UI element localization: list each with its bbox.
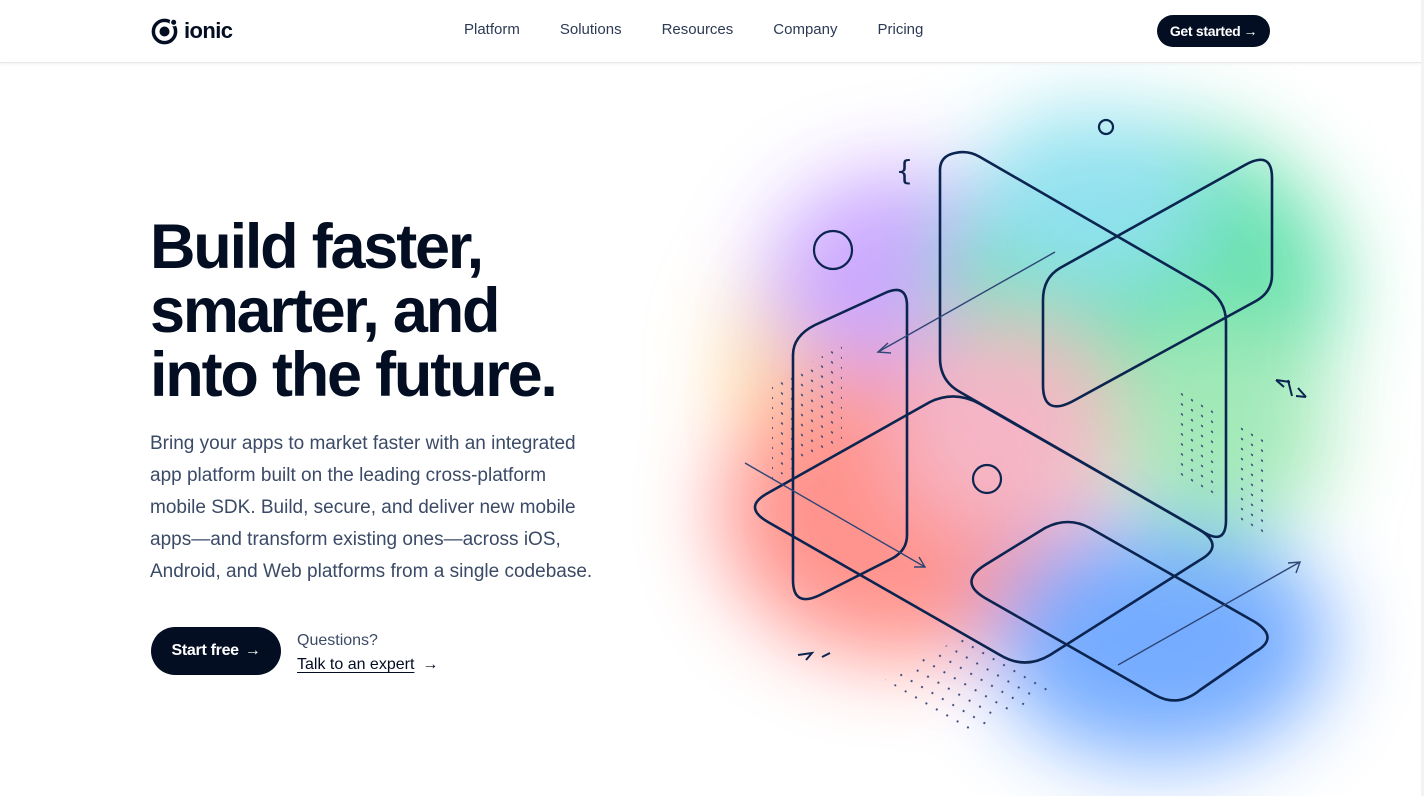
arrow-right-icon: → xyxy=(1243,23,1258,39)
arrow-right-icon: → xyxy=(244,642,261,659)
nav-link-company[interactable]: Company xyxy=(773,21,837,38)
talk-to-expert-label: Talk to an expert xyxy=(297,656,415,673)
arrow-right-icon: → xyxy=(422,656,439,673)
get-started-button[interactable]: Get started → xyxy=(1157,15,1270,47)
nav-link-pricing[interactable]: Pricing xyxy=(877,21,923,38)
questions-text: Questions? xyxy=(297,632,378,649)
hero-subtitle-line: app platform built on the leading cross-… xyxy=(150,465,547,486)
top-navigation: ionic Platform Solutions Resources Compa… xyxy=(0,0,1424,63)
nav-link-resources[interactable]: Resources xyxy=(662,21,734,38)
curly-brace-glyph: { xyxy=(896,154,913,187)
nav-link-platform[interactable]: Platform xyxy=(464,21,520,38)
hero-subtitle-line: mobile SDK. Build, secure, and deliver n… xyxy=(150,497,576,518)
hero-subtitle: Bring your apps to market faster with an… xyxy=(150,428,640,588)
hero-title-line: Build faster, xyxy=(150,212,484,282)
ionic-logo-icon xyxy=(151,17,178,44)
hero-subtitle-line: apps—and transform existing ones—across … xyxy=(150,529,561,550)
hero-subtitle-line: Android, and Web platforms from a single… xyxy=(150,561,593,582)
get-started-label: Get started xyxy=(1169,23,1241,39)
hero-title-line: smarter, and xyxy=(150,276,500,346)
hero-title: Build faster, smarter, and into the futu… xyxy=(150,215,670,407)
hero-title-line: into the future. xyxy=(150,340,558,410)
isometric-shapes-graphic: { xyxy=(720,110,1340,760)
start-free-button[interactable]: Start free → xyxy=(151,627,281,675)
talk-to-expert-link[interactable]: Talk to an expert → xyxy=(297,656,438,674)
start-free-label: Start free xyxy=(171,642,240,659)
hero-subtitle-line: Bring your apps to market faster with an… xyxy=(150,433,576,454)
brand-name: ionic xyxy=(184,18,233,43)
main-nav: Platform Solutions Resources Company Pri… xyxy=(464,21,923,38)
hero-illustration: { xyxy=(620,64,1424,796)
nav-link-solutions[interactable]: Solutions xyxy=(560,21,622,38)
ionic-logo[interactable]: ionic xyxy=(150,16,233,46)
